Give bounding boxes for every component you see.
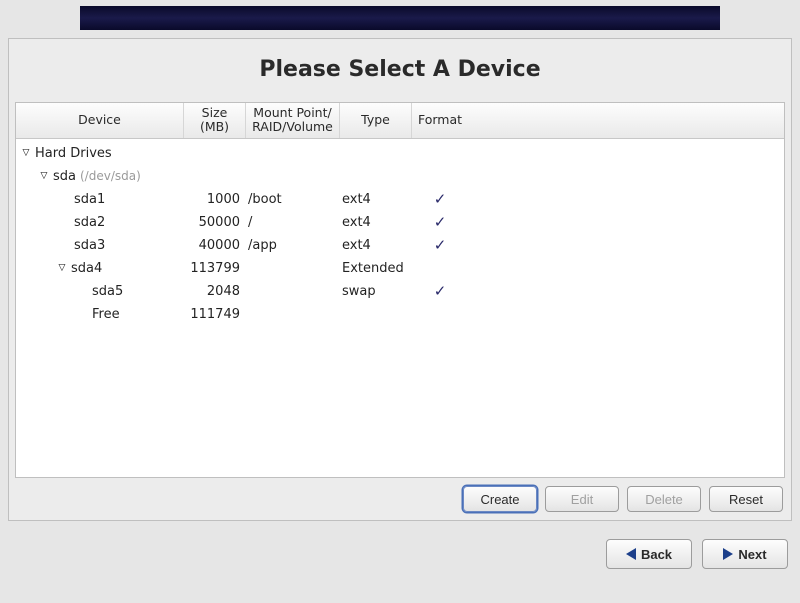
disclosure-triangle-icon[interactable]: ▽ — [38, 171, 50, 181]
partition-name: sda1 — [74, 192, 105, 207]
partition-name: sda3 — [74, 238, 105, 253]
page-title: Please Select A Device — [9, 39, 791, 96]
disclosure-triangle-icon[interactable]: ▽ — [56, 263, 68, 273]
check-icon: ✓ — [434, 213, 447, 231]
next-button[interactable]: Next — [702, 539, 788, 569]
partition-size: 40000 — [184, 238, 246, 253]
partition-type: ext4 — [340, 215, 412, 230]
partition-format: ✓ — [412, 190, 468, 208]
partition-mount: / — [246, 215, 340, 230]
disk-name: sda — [53, 169, 76, 184]
device-table: Device Size (MB) Mount Point/ RAID/Volum… — [15, 102, 785, 478]
partition-mount: /boot — [246, 192, 340, 207]
partition-size: 113799 — [184, 261, 246, 276]
partition-name: sda4 — [71, 261, 102, 276]
partition-name: sda5 — [92, 284, 123, 299]
check-icon: ✓ — [434, 190, 447, 208]
next-label: Next — [738, 547, 766, 562]
action-button-row: Create Edit Delete Reset — [9, 478, 791, 520]
reset-button[interactable]: Reset — [709, 486, 783, 512]
create-button[interactable]: Create — [463, 486, 537, 512]
top-banner — [80, 6, 720, 30]
nav-button-row: Back Next — [0, 521, 800, 569]
arrow-right-icon — [723, 548, 733, 560]
column-header-size[interactable]: Size (MB) — [184, 103, 246, 138]
tree-row-disk[interactable]: ▽ sda (/dev/sda) — [16, 165, 784, 188]
disclosure-triangle-icon[interactable]: ▽ — [20, 148, 32, 158]
table-row[interactable]: Free 111749 — [16, 303, 784, 326]
column-header-device[interactable]: Device — [16, 103, 184, 138]
partition-panel: Please Select A Device Device Size (MB) … — [8, 38, 792, 521]
partition-type: swap — [340, 284, 412, 299]
partition-format: ✓ — [412, 236, 468, 254]
check-icon: ✓ — [434, 236, 447, 254]
partition-format: ✓ — [412, 213, 468, 231]
tree-label: Hard Drives — [35, 146, 112, 161]
partition-name: Free — [92, 307, 120, 322]
table-row[interactable]: ▽sda4 113799 Extended — [16, 257, 784, 280]
partition-type: ext4 — [340, 192, 412, 207]
table-row[interactable]: sda1 1000/bootext4 ✓ — [16, 188, 784, 211]
partition-type: Extended — [340, 261, 412, 276]
partition-size: 111749 — [184, 307, 246, 322]
arrow-left-icon — [626, 548, 636, 560]
table-row[interactable]: sda3 40000/appext4 ✓ — [16, 234, 784, 257]
column-header-format[interactable]: Format — [412, 103, 468, 138]
partition-type: ext4 — [340, 238, 412, 253]
partition-size: 1000 — [184, 192, 246, 207]
table-header: Device Size (MB) Mount Point/ RAID/Volum… — [16, 103, 784, 139]
back-label: Back — [641, 547, 672, 562]
table-row[interactable]: sda2 50000/ext4 ✓ — [16, 211, 784, 234]
back-button[interactable]: Back — [606, 539, 692, 569]
column-header-type[interactable]: Type — [340, 103, 412, 138]
partition-format: ✓ — [412, 282, 468, 300]
check-icon: ✓ — [434, 282, 447, 300]
partition-mount: /app — [246, 238, 340, 253]
disk-path: (/dev/sda) — [80, 169, 141, 183]
table-row[interactable]: sda5 2048 swap ✓ — [16, 280, 784, 303]
tree-row-hard-drives[interactable]: ▽ Hard Drives — [16, 142, 784, 165]
table-body: ▽ Hard Drives ▽ sda (/dev/sda) sda11000/… — [16, 139, 784, 477]
edit-button: Edit — [545, 486, 619, 512]
partition-size: 2048 — [184, 284, 246, 299]
column-header-mount[interactable]: Mount Point/ RAID/Volume — [246, 103, 340, 138]
partition-name: sda2 — [74, 215, 105, 230]
delete-button: Delete — [627, 486, 701, 512]
partition-size: 50000 — [184, 215, 246, 230]
